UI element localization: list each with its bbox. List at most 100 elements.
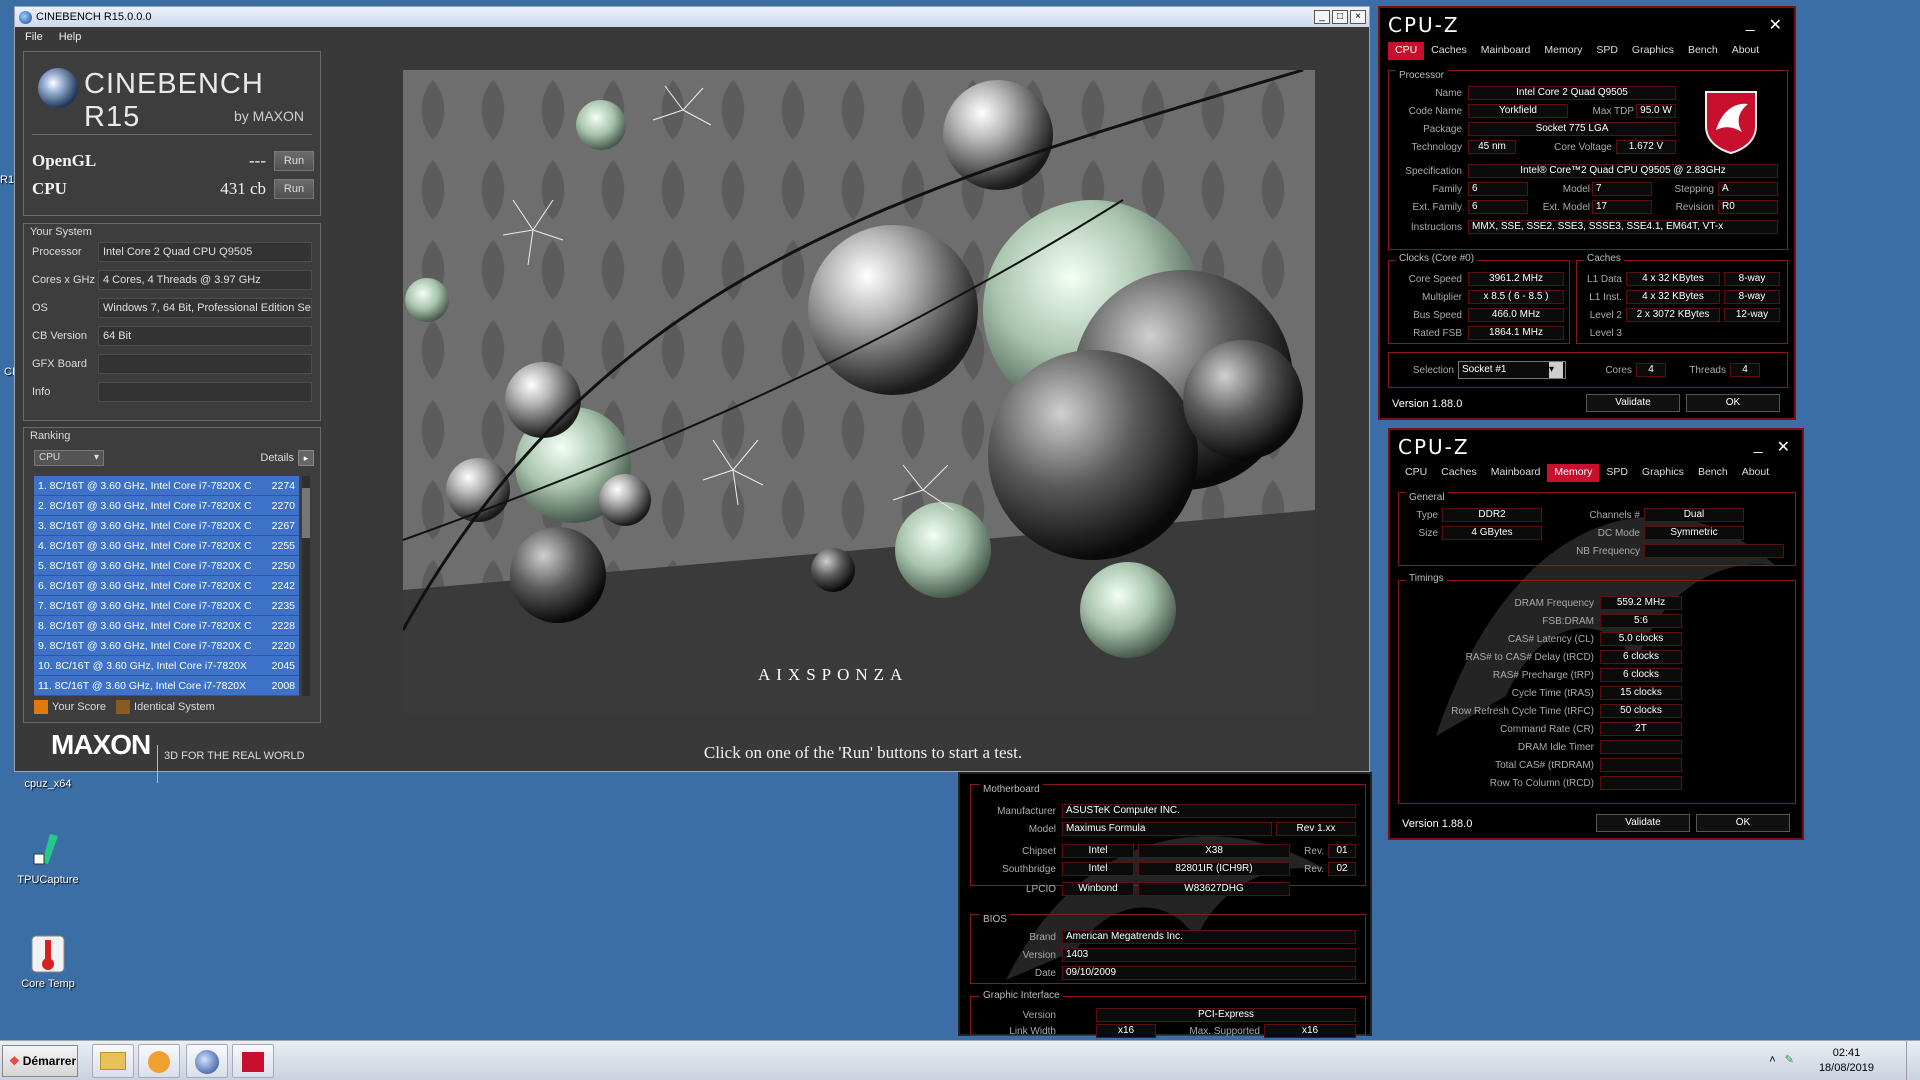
socket-select[interactable]: Socket #1 ▾ bbox=[1458, 361, 1566, 379]
cpu-run-button[interactable]: Run bbox=[274, 179, 314, 199]
taskbar-cinebench[interactable] bbox=[186, 1044, 228, 1078]
timing-label: RAS# to CAS# Delay (tRCD) bbox=[1465, 652, 1594, 663]
cinebench-titlebar[interactable]: CINEBENCH R15.0.0.0 _ □ × bbox=[15, 7, 1369, 27]
socket-select-value: Socket #1 bbox=[1462, 364, 1507, 375]
model-value: 7 bbox=[1592, 182, 1652, 196]
desktop-icon-cpuz[interactable]: cpuz_x64 bbox=[8, 778, 88, 790]
ranking-item[interactable]: 4. 8C/16T @ 3.60 GHz, Intel Core i7-7820… bbox=[34, 536, 299, 556]
your-system-title: Your System bbox=[30, 226, 92, 238]
mb-chipset-vendor: Intel bbox=[1062, 844, 1134, 858]
revision-label: Revision bbox=[1675, 202, 1714, 213]
windows-logo-icon: ❖ bbox=[9, 1054, 20, 1068]
desktop-icon-label: cpuz_x64 bbox=[24, 778, 72, 790]
status-message: Click on one of the 'Run' buttons to sta… bbox=[703, 743, 1023, 762]
tab-memory[interactable]: Memory bbox=[1537, 42, 1589, 60]
tab-mainboard[interactable]: Mainboard bbox=[1474, 42, 1538, 60]
cpuz-titlebar[interactable]: CPU-Z _ ✕ bbox=[1380, 8, 1794, 42]
menu-file[interactable]: File bbox=[25, 31, 43, 43]
gi-maxsupported-label: Max. Supported bbox=[1189, 1026, 1260, 1037]
cpuz-cpu-window: CPU-Z _ ✕ CPU Caches Mainboard Memory SPD… bbox=[1378, 6, 1796, 420]
codename-label: Code Name bbox=[1408, 106, 1462, 117]
validate-button[interactable]: Validate bbox=[1596, 814, 1690, 832]
taskbar-cpuz[interactable] bbox=[232, 1044, 274, 1078]
ranking-item[interactable]: 2. 8C/16T @ 3.60 GHz, Intel Core i7-7820… bbox=[34, 496, 299, 516]
bios-brand-value: American Megatrends Inc. bbox=[1062, 930, 1356, 944]
cpu-score: 431 cb bbox=[220, 179, 266, 198]
msi-logo-icon bbox=[1705, 91, 1757, 154]
timing-label: DRAM Idle Timer bbox=[1517, 742, 1594, 753]
taskbar-explorer[interactable] bbox=[92, 1044, 134, 1078]
desktop-icon-coretemp[interactable]: Core Temp bbox=[8, 934, 88, 990]
ranking-item[interactable]: 8. 8C/16T @ 3.60 GHz, Intel Core i7-7820… bbox=[34, 616, 299, 636]
mem-type-value: DDR2 bbox=[1442, 508, 1542, 522]
scrollbar-thumb[interactable] bbox=[302, 488, 310, 538]
ranking-item-score: 2008 bbox=[271, 679, 295, 692]
tray-app-icon[interactable]: ✎ bbox=[1785, 1054, 1794, 1066]
details-arrow-icon[interactable]: ▸ bbox=[298, 450, 314, 466]
desktop-icon-tpucapture[interactable]: TPUCapture bbox=[8, 830, 88, 886]
tab-spd[interactable]: SPD bbox=[1589, 42, 1625, 60]
maxtdp-value: 95.0 W bbox=[1636, 104, 1676, 118]
desktop-icon-label: TPUCapture bbox=[17, 874, 79, 886]
tab-graphics[interactable]: Graphics bbox=[1625, 42, 1681, 60]
cinebench-app-icon bbox=[19, 10, 32, 24]
cinebench-taskbar-icon bbox=[195, 1050, 219, 1074]
mb-manu-value: ASUSTeK Computer INC. bbox=[1062, 804, 1356, 818]
clock-date: 18/08/2019 bbox=[1818, 1062, 1874, 1074]
ok-button[interactable]: OK bbox=[1696, 814, 1790, 832]
minimize-icon[interactable]: _ bbox=[1314, 10, 1330, 24]
system-value: 64 Bit bbox=[98, 326, 312, 346]
ranking-item-score: 2228 bbox=[271, 619, 295, 632]
system-value[interactable] bbox=[98, 382, 312, 402]
ranking-item[interactable]: 9. 8C/16T @ 3.60 GHz, Intel Core i7-7820… bbox=[34, 636, 299, 656]
instructions-value: MMX, SSE, SSE2, SSE3, SSSE3, SSE4.1, EM6… bbox=[1468, 220, 1778, 234]
tpucapture-icon bbox=[28, 830, 68, 870]
ok-button[interactable]: OK bbox=[1686, 394, 1780, 412]
cinebench-menubar: File Help bbox=[15, 27, 1369, 47]
close-icon[interactable]: × bbox=[1350, 10, 1366, 24]
ranking-item[interactable]: 11. 8C/16T @ 3.60 GHz, Intel Core i7-782… bbox=[34, 676, 299, 696]
tab-caches[interactable]: Caches bbox=[1424, 42, 1474, 60]
tab-about[interactable]: About bbox=[1725, 42, 1766, 60]
ranking-item-label: 2. 8C/16T @ 3.60 GHz, Intel Core i7-7820… bbox=[38, 499, 252, 512]
l1data-ways: 8-way bbox=[1724, 272, 1780, 286]
taskbar-media-player[interactable] bbox=[138, 1044, 180, 1078]
timing-value: 50 clocks bbox=[1600, 704, 1682, 718]
cinebench-logo-icon bbox=[38, 68, 78, 108]
sphere bbox=[1080, 562, 1176, 658]
ranking-scrollbar[interactable] bbox=[302, 476, 310, 696]
opengl-run-button[interactable]: Run bbox=[274, 151, 314, 171]
ranking-item-label: 3. 8C/16T @ 3.60 GHz, Intel Core i7-7820… bbox=[38, 519, 252, 532]
close-icon[interactable]: ✕ bbox=[1769, 15, 1782, 35]
ranking-legend: Your Score Identical System bbox=[34, 700, 215, 714]
ranking-item[interactable]: 5. 8C/16T @ 3.60 GHz, Intel Core i7-7820… bbox=[34, 556, 299, 576]
tab-bench[interactable]: Bench bbox=[1681, 42, 1725, 60]
timing-value: 5:6 bbox=[1600, 614, 1682, 628]
ranking-item[interactable]: 1. 8C/16T @ 3.60 GHz, Intel Core i7-7820… bbox=[34, 476, 299, 496]
minimize-icon[interactable]: _ bbox=[1746, 15, 1755, 35]
show-desktop-button[interactable] bbox=[1906, 1041, 1920, 1080]
ranking-item[interactable]: 6. 8C/16T @ 3.60 GHz, Intel Core i7-7820… bbox=[34, 576, 299, 596]
mb-model-value: Maximus Formula bbox=[1062, 822, 1272, 836]
timing-label: Cycle Time (tRAS) bbox=[1511, 688, 1594, 699]
chevron-up-icon[interactable]: ˄ bbox=[1769, 1054, 1775, 1066]
system-tray[interactable]: ˄ ✎ bbox=[1769, 1053, 1794, 1066]
ranking-item[interactable]: 10. 8C/16T @ 3.60 GHz, Intel Core i7-782… bbox=[34, 656, 299, 676]
corevoltage-label: Core Voltage bbox=[1554, 142, 1612, 153]
mb-south-vendor: Intel bbox=[1062, 862, 1134, 876]
system-value[interactable] bbox=[98, 354, 312, 374]
validate-button[interactable]: Validate bbox=[1586, 394, 1680, 412]
family-label: Family bbox=[1432, 184, 1462, 195]
stepping-label: Stepping bbox=[1674, 184, 1714, 195]
start-button[interactable]: ❖ Démarrer bbox=[2, 1045, 78, 1077]
clock[interactable]: 02:41 18/08/2019 bbox=[1819, 1046, 1874, 1076]
ranking-details-label[interactable]: Details bbox=[260, 452, 294, 464]
maximize-icon[interactable]: □ bbox=[1332, 10, 1348, 24]
cinebench-score-panel: CINEBENCH R15 by MAXON OpenGL --- Run CP… bbox=[23, 51, 321, 216]
ranking-item[interactable]: 7. 8C/16T @ 3.60 GHz, Intel Core i7-7820… bbox=[34, 596, 299, 616]
menu-help[interactable]: Help bbox=[59, 31, 82, 43]
tab-cpu[interactable]: CPU bbox=[1388, 42, 1425, 60]
ranking-select[interactable]: CPU ▾ bbox=[34, 450, 104, 466]
sphere bbox=[808, 225, 978, 395]
ranking-item[interactable]: 3. 8C/16T @ 3.60 GHz, Intel Core i7-7820… bbox=[34, 516, 299, 536]
